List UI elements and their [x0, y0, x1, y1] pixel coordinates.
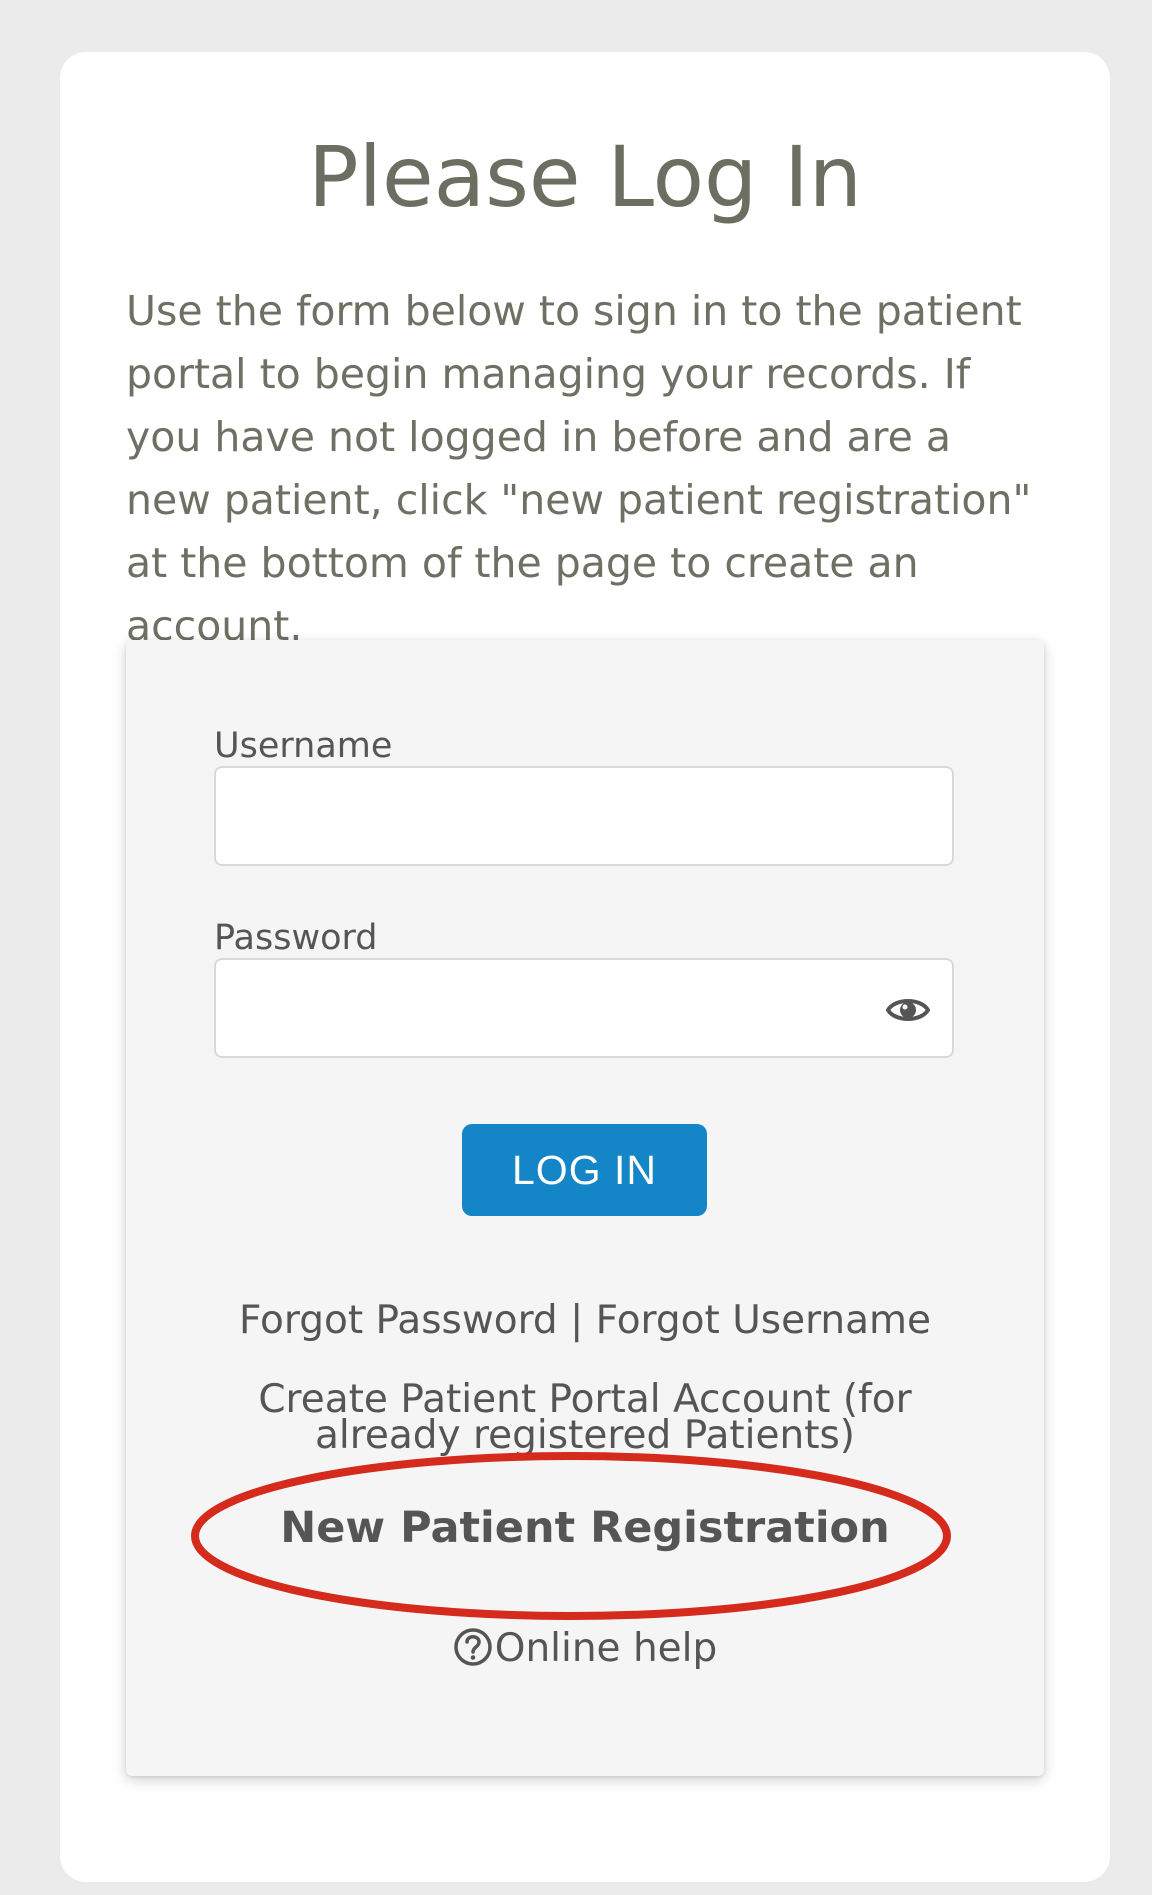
link-separator: | [570, 1298, 584, 1343]
intro-paragraph: Use the form below to sign in to the pat… [126, 287, 1032, 650]
new-patient-registration-link[interactable]: New Patient Registration [280, 1503, 889, 1553]
login-button[interactable]: LOG IN [462, 1124, 707, 1216]
online-help-label: Online help [494, 1626, 718, 1671]
question-circle-icon [454, 1628, 492, 1666]
create-account-row: Create Patient Portal Account (for alrea… [126, 1380, 1044, 1455]
online-help-row: Online help [126, 1624, 1044, 1674]
username-input[interactable] [214, 766, 954, 866]
password-label: Password [214, 918, 378, 958]
forgot-username-link[interactable]: Forgot Username [596, 1298, 931, 1343]
forgot-password-link[interactable]: Forgot Password [239, 1298, 558, 1343]
page-title: Please Log In [307, 128, 863, 226]
username-label: Username [214, 726, 393, 766]
eye-icon[interactable] [886, 992, 930, 1028]
create-portal-account-link[interactable]: Create Patient Portal Account (for alrea… [245, 1380, 925, 1455]
password-input[interactable] [214, 958, 954, 1058]
forgot-links-row: Forgot Password | Forgot Username [126, 1296, 1044, 1346]
online-help-link[interactable]: Online help [453, 1626, 718, 1671]
new-registration-row: New Patient Registration [126, 1500, 1044, 1556]
